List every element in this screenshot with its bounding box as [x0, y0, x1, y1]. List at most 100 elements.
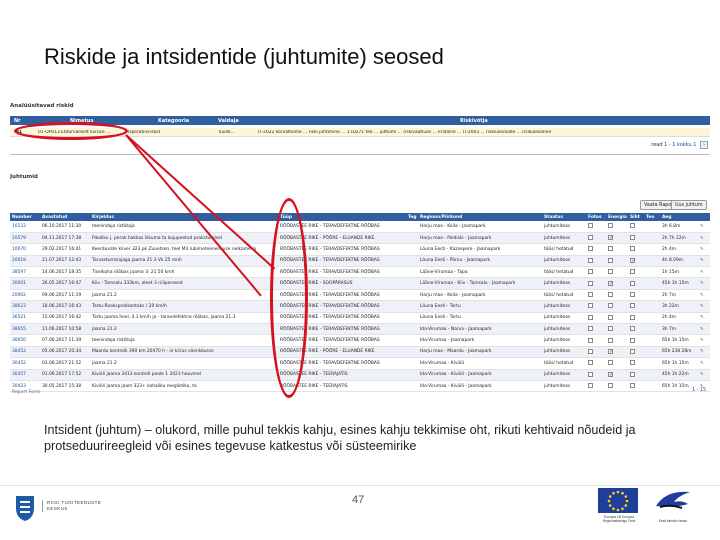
incident-row[interactable]: 20002 09.06.2017 11:19 jaama 21.2 RÖÖBASTEE… [10, 289, 710, 302]
checkbox[interactable] [630, 326, 635, 332]
checkbox[interactable] [588, 303, 593, 309]
col-category[interactable]: Kategooria [158, 118, 189, 124]
incidents-col-header[interactable] [698, 213, 710, 221]
checkbox[interactable] [630, 360, 635, 366]
checkbox[interactable] [630, 246, 635, 252]
incident-row[interactable]: 38655 11.06.2017 10:58 jaama 21.2 RÖÖBASTEE… [10, 323, 710, 336]
incidents-pager[interactable]: 1 - 15 [692, 388, 706, 393]
incidents-col-header[interactable]: Number [10, 213, 40, 221]
checkbox[interactable] [630, 269, 635, 275]
checkbox[interactable] [588, 246, 593, 252]
incidents-col-header[interactable]: Avastatud [40, 213, 90, 221]
incidents-col-header[interactable]: Teg [406, 213, 418, 221]
incident-row[interactable]: 30452 03.06.2017 21:52 jaama 21.2 RÖÖBASTEE… [10, 357, 710, 370]
incident-number[interactable]: 10070 [10, 243, 40, 256]
edit-icon[interactable]: ✎ [698, 312, 710, 325]
edit-icon[interactable]: ✎ [698, 357, 710, 370]
incident-number[interactable]: 30457 [10, 369, 40, 381]
checkbox[interactable] [588, 223, 593, 229]
incident-number[interactable]: 20002 [10, 289, 40, 302]
edit-icon[interactable]: ✎ [698, 221, 710, 233]
checkbox[interactable] [608, 257, 613, 263]
incidents-col-header[interactable]: Siht [628, 213, 644, 221]
checkbox[interactable] [608, 223, 613, 229]
incidents-col-header[interactable]: Energia [606, 213, 628, 221]
incident-number[interactable]: 38452 [10, 346, 40, 359]
checkbox[interactable] [630, 235, 635, 241]
incident-number[interactable]: 38655 [10, 323, 40, 336]
risk-pager-total[interactable]: kokku 1 [677, 142, 696, 148]
col-owner[interactable]: Valdaja [218, 118, 239, 124]
checkbox[interactable] [588, 348, 593, 354]
incident-row[interactable]: 36521 15.06.2017 16:42 Tartu jaama heel, 4… [10, 312, 710, 325]
checkbox[interactable] [630, 314, 635, 320]
checkbox[interactable] [608, 326, 613, 332]
incident-number[interactable]: 30452 [10, 357, 40, 370]
edit-icon[interactable]: ✎ [698, 289, 710, 302]
checkbox[interactable] [608, 371, 613, 377]
checkbox[interactable] [608, 383, 613, 389]
checkbox[interactable] [588, 269, 593, 275]
incident-number[interactable]: 30001 [10, 277, 40, 290]
checkbox[interactable] [630, 348, 635, 354]
incident-row[interactable]: 38597 14.06.2017 18:35 Tiselkoha rööbas ja… [10, 266, 710, 279]
checkbox[interactable] [588, 257, 593, 263]
checkbox[interactable] [608, 269, 613, 275]
incident-row[interactable]: 38623 18.06.2017 16:43 Tartu-Rooksprokkont… [10, 300, 710, 313]
incidents-col-header[interactable]: Regioon/Piirkond [418, 213, 542, 221]
checkbox[interactable] [588, 235, 593, 241]
incident-row[interactable]: 30457 01.06.2017 17:52 Kiviõli jaama 3413 … [10, 369, 710, 381]
checkbox[interactable] [588, 383, 593, 389]
checkbox[interactable] [630, 371, 635, 377]
col-nr[interactable]: Nr [14, 118, 21, 124]
checkbox[interactable] [608, 235, 613, 241]
incident-row[interactable]: 10133 06.10.2017 11:30 teenindaja ristõtaj… [10, 221, 710, 233]
edit-icon[interactable]: ✎ [698, 232, 710, 245]
incident-number[interactable]: 38597 [10, 266, 40, 279]
edit-icon[interactable]: ✎ [698, 369, 710, 381]
incidents-col-header[interactable]: Teo [644, 213, 660, 221]
checkbox[interactable] [608, 314, 613, 320]
edit-icon[interactable]: ✎ [698, 255, 710, 268]
checkbox[interactable] [588, 326, 593, 332]
edit-icon[interactable]: ✎ [698, 300, 710, 313]
checkbox[interactable] [608, 246, 613, 252]
checkbox[interactable] [630, 223, 635, 229]
col-risk-taker[interactable]: Riskivõtja [460, 118, 488, 124]
export-link[interactable]: Report Form [12, 390, 40, 395]
incident-row[interactable]: 10070 29.02.2017 16:41 Keerduvate kiiver 3… [10, 243, 710, 256]
checkbox[interactable] [608, 292, 613, 298]
incidents-col-header[interactable]: Kirjeldus [90, 213, 278, 221]
checkbox[interactable] [608, 337, 613, 343]
checkbox[interactable] [608, 280, 613, 286]
incidents-col-header[interactable]: Fotos [586, 213, 606, 221]
incident-number[interactable]: 10133 [10, 221, 40, 233]
checkbox[interactable] [588, 280, 593, 286]
edit-icon[interactable]: ✎ [698, 334, 710, 347]
incident-number[interactable]: 10579 [10, 232, 40, 245]
new-incident-button[interactable]: Uus juhtum [671, 200, 707, 210]
checkbox[interactable] [630, 280, 635, 286]
incidents-col-header[interactable]: Aeg [660, 213, 698, 221]
checkbox[interactable] [608, 348, 613, 354]
incidents-col-header[interactable]: Staatus [542, 213, 586, 221]
incident-number[interactable]: 30650 [10, 334, 40, 347]
incident-row[interactable]: 30423 30.05.2017 15:38 Kiviõli jaama jaam … [10, 380, 710, 393]
checkbox[interactable] [588, 337, 593, 343]
edit-icon[interactable]: ✎ [698, 323, 710, 336]
checkbox[interactable] [630, 383, 635, 389]
checkbox[interactable] [630, 292, 635, 298]
incident-row[interactable]: 20018 21.07.2017 12:43 Tarvastumisajaga ja… [10, 255, 710, 268]
edit-icon[interactable]: ✎ [698, 277, 710, 290]
checkbox[interactable] [588, 360, 593, 366]
pager-next-icon[interactable]: › [700, 141, 708, 149]
checkbox[interactable] [608, 360, 613, 366]
checkbox[interactable] [588, 371, 593, 377]
incident-row[interactable]: 30650 07.06.2017 11:39 teenindaja ristõtaj… [10, 334, 710, 347]
checkbox[interactable] [630, 257, 635, 263]
checkbox[interactable] [630, 303, 635, 309]
incident-number[interactable]: 20018 [10, 255, 40, 268]
incident-row[interactable]: 10579 04.11.2017 17:38 Pikaliku j. perak h… [10, 232, 710, 245]
incident-row[interactable]: 30001 26.05.2017 16:47 Kiiv - Tamsalu 333k… [10, 277, 710, 290]
checkbox[interactable] [588, 292, 593, 298]
